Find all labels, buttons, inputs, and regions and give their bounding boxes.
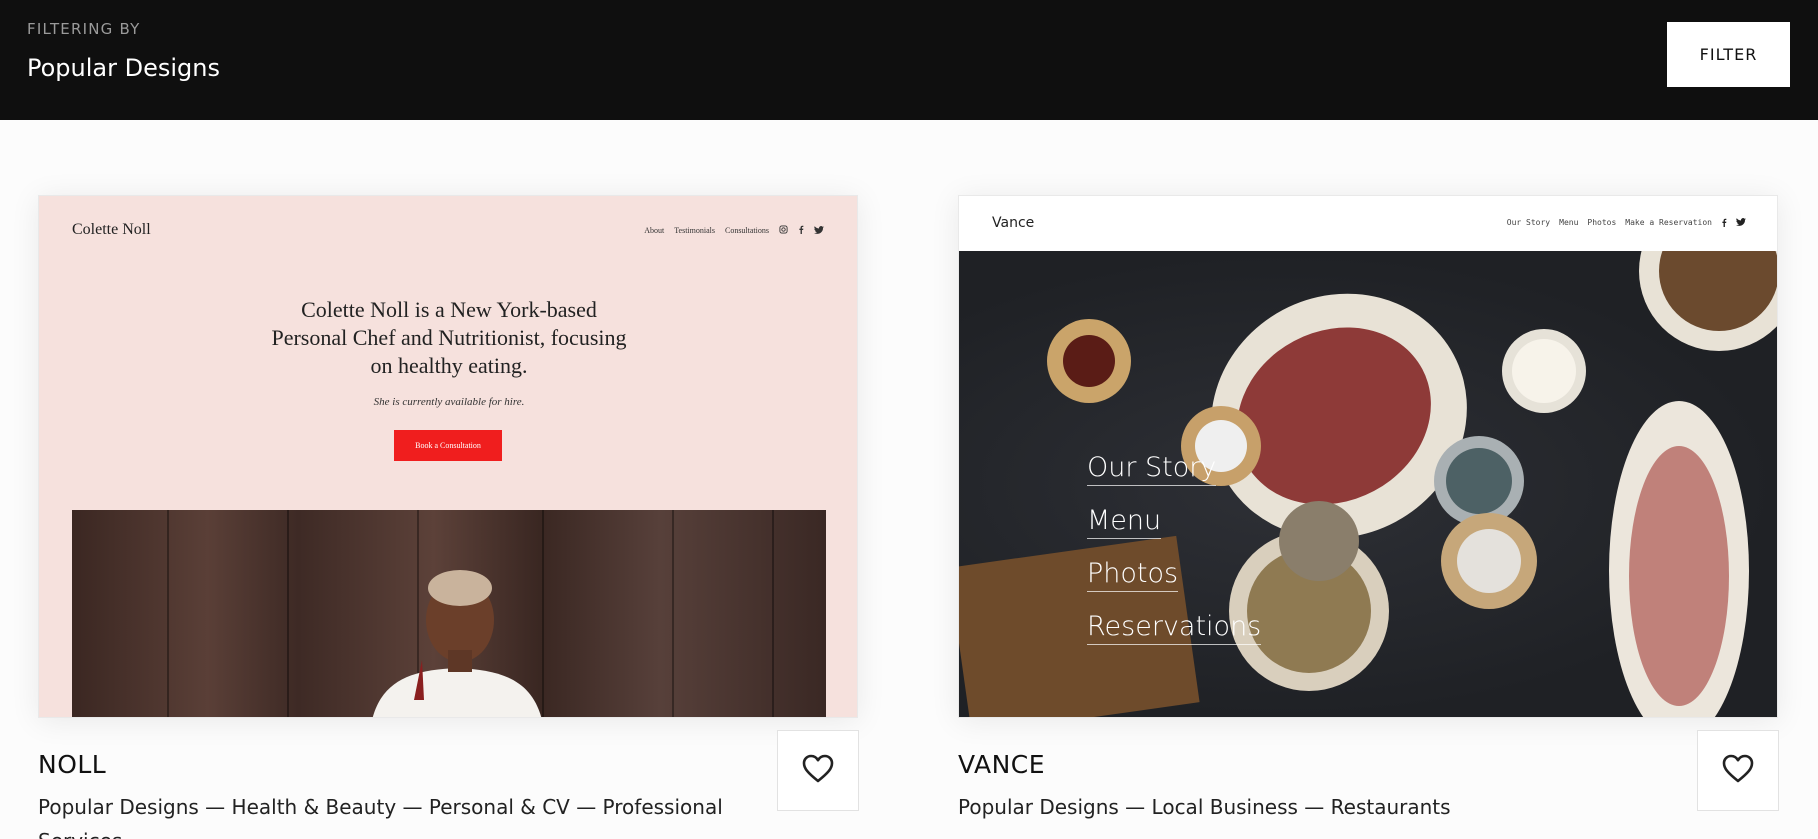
preview-menu-item: Our Story <box>1087 441 1261 494</box>
template-preview-vance[interactable]: Vance Our Story Menu Photos Make a Reser… <box>958 195 1778 718</box>
preview-cta-button: Book a Consultation <box>394 430 502 461</box>
twitter-icon <box>1736 218 1746 229</box>
preview-headline: Colette Noll is a New York-based Persona… <box>39 296 857 380</box>
preview-nav-item: Photos <box>1587 218 1617 227</box>
preview-nav-item: Menu <box>1559 218 1579 227</box>
preview-brand: Colette Noll <box>72 221 151 238</box>
template-name[interactable]: VANCE <box>958 750 1045 779</box>
facebook-icon <box>798 225 804 236</box>
food-table-illustration <box>959 196 1777 717</box>
preview-nav-item: Our Story <box>1506 218 1551 227</box>
preview-nav-item: About <box>644 226 665 235</box>
template-preview-noll[interactable]: Colette Noll About Testimonials Consulta… <box>38 195 858 718</box>
filter-label: FILTERING BY <box>27 20 141 38</box>
facebook-icon <box>1721 218 1727 229</box>
filter-header: FILTERING BY Popular Designs FILTER <box>0 0 1818 120</box>
preview-headline-line: Colette Noll is a New York-based <box>301 297 597 322</box>
preview-nav-item: Make a Reservation <box>1625 218 1712 227</box>
heart-icon <box>1722 754 1754 788</box>
heart-icon <box>802 754 834 788</box>
template-tags: Popular Designs — Local Business — Resta… <box>958 795 1451 819</box>
preview-brand: Vance <box>992 215 1035 231</box>
preview-menu-item: Reservations <box>1087 600 1262 653</box>
preview-photo <box>72 510 826 717</box>
preview-menu: Our Story Menu Photos Reservations <box>1087 441 1262 653</box>
chef-figure <box>372 570 542 717</box>
preview-nav-item: Testimonials <box>674 226 715 235</box>
preview-headline-line: Personal Chef and Nutritionist, focusing <box>271 325 627 350</box>
template-tags: Popular Designs — Health & Beauty — Pers… <box>38 795 723 839</box>
template-name[interactable]: NOLL <box>38 750 106 779</box>
filter-value: Popular Designs <box>27 54 220 82</box>
preview-nav: Our Story Menu Photos Make a Reservation <box>1507 218 1746 229</box>
favorite-button[interactable] <box>1697 730 1779 811</box>
preview-nav: About Testimonials Consultations <box>644 225 824 236</box>
favorite-button[interactable] <box>777 730 859 811</box>
instagram-icon <box>779 225 788 236</box>
filter-button[interactable]: FILTER <box>1667 22 1790 87</box>
preview-photo: Our Story Menu Photos Reservations <box>959 196 1777 717</box>
preview-subline: She is currently available for hire. <box>373 396 525 408</box>
preview-topbar: Vance Our Story Menu Photos Make a Reser… <box>959 196 1777 251</box>
preview-nav-item: Consultations <box>724 226 769 235</box>
preview-menu-item: Photos <box>1087 547 1261 600</box>
preview-headline-line: on healthy eating. <box>370 353 528 378</box>
twitter-icon <box>814 225 824 236</box>
preview-menu-item: Menu <box>1087 494 1261 547</box>
